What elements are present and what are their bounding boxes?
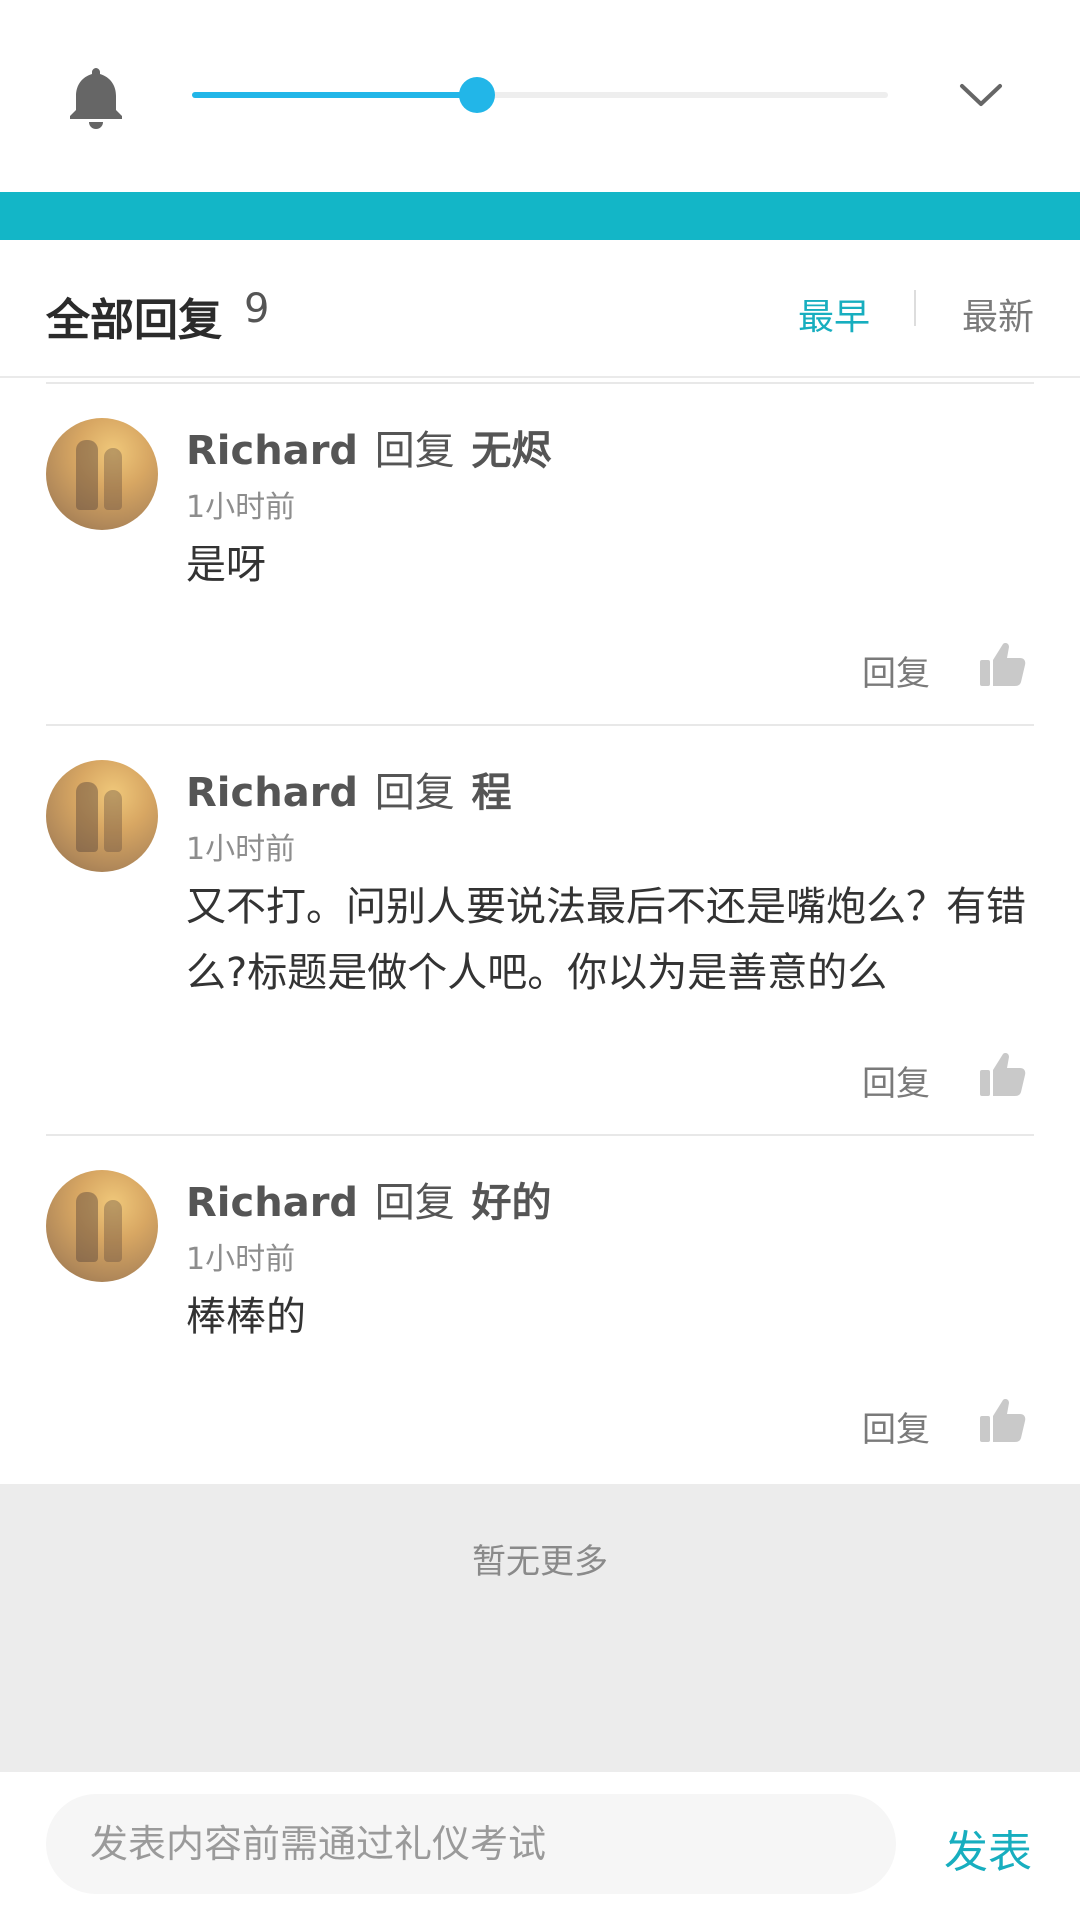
replies-count: 9 [244, 286, 270, 332]
comment-reply-target[interactable]: 程 [472, 770, 512, 816]
comment-header: Richard 回复 无烬 [186, 418, 552, 476]
sort-earliest-tab[interactable]: 最早 [798, 288, 870, 340]
comment-username[interactable]: Richard [186, 1180, 358, 1226]
reply-button[interactable]: 回复 [862, 1402, 930, 1451]
accent-band [0, 192, 1080, 240]
comment-reply-verb: 回复 [374, 1180, 455, 1226]
comment-header: Richard 回复 好的 [186, 1170, 552, 1228]
comment-header: Richard 回复 程 [186, 760, 512, 818]
comment-reply-verb: 回复 [374, 770, 455, 816]
avatar[interactable] [46, 760, 158, 872]
comment-item: Richard 回复 好的 1小时前 棒棒的 回复 [0, 1136, 1080, 1482]
replies-title: 全部回复 [46, 295, 222, 346]
reply-button[interactable]: 回复 [862, 646, 930, 695]
comment-text: 又不打。问别人要说法最后不还是嘴炮么？有错么?标题是做个人吧。你以为是善意的么 [186, 884, 1026, 996]
player-top-bar [0, 0, 1080, 192]
compose-bar: 发表 [0, 1772, 1080, 1920]
comment-time: 1小时前 [186, 1242, 296, 1277]
progress-slider[interactable] [192, 77, 888, 113]
bell-icon[interactable] [66, 64, 126, 130]
sort-divider [914, 290, 916, 326]
comment-text: 棒棒的 [186, 1294, 306, 1340]
chevron-down-icon[interactable] [958, 80, 1004, 110]
replies-header: 全部回复 9 最早 最新 [0, 240, 1080, 378]
no-more-text: 暂无更多 [472, 1542, 608, 1582]
comment-time: 1小时前 [186, 490, 296, 525]
comment-text: 是呀 [186, 542, 266, 588]
sort-latest-tab[interactable]: 最新 [962, 288, 1034, 340]
comment-reply-verb: 回复 [374, 428, 455, 474]
comment-item: Richard 回复 无烬 1小时前 是呀 回复 [0, 384, 1080, 724]
avatar[interactable] [46, 1170, 158, 1282]
thumbs-up-icon[interactable] [978, 640, 1026, 688]
avatar[interactable] [46, 418, 158, 530]
comment-username[interactable]: Richard [186, 770, 358, 816]
publish-button[interactable]: 发表 [944, 1816, 1032, 1880]
slider-handle[interactable] [459, 77, 496, 113]
comment-reply-target[interactable]: 好的 [472, 1180, 552, 1226]
slider-fill [192, 92, 478, 98]
comment-reply-target[interactable]: 无烬 [472, 428, 552, 474]
thumbs-up-icon[interactable] [978, 1396, 1026, 1444]
reply-button[interactable]: 回复 [862, 1056, 930, 1105]
thumbs-up-icon[interactable] [978, 1050, 1026, 1098]
comment-input[interactable] [46, 1794, 896, 1894]
comment-time: 1小时前 [186, 832, 296, 867]
comment-item: Richard 回复 程 1小时前 又不打。问别人要说法最后不还是嘴炮么？有错么… [0, 726, 1080, 1134]
no-more-area: 暂无更多 [0, 1484, 1080, 1772]
comment-username[interactable]: Richard [186, 428, 358, 474]
